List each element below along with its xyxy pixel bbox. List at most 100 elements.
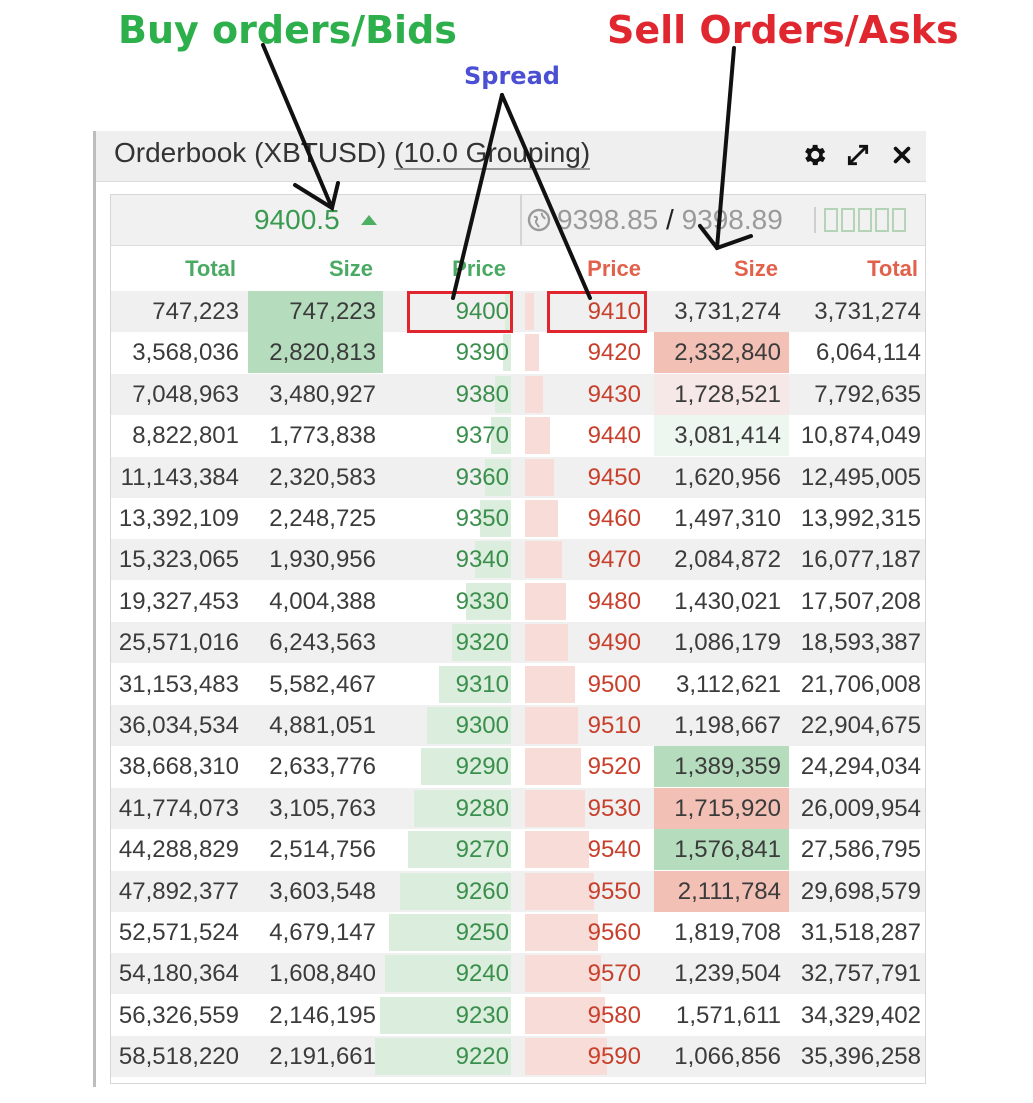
header-ask-total[interactable]: Total	[789, 256, 918, 282]
header-ask-size[interactable]: Size	[654, 256, 778, 282]
bid-price: 9300	[455, 712, 509, 739]
bid-size: 2,820,813	[269, 339, 376, 367]
table-row[interactable]: 31,153,483 5,582,467 9310 9500 3,112,621 21,7…	[111, 664, 925, 705]
ask-price: 9430	[587, 380, 641, 408]
bid-total: 56,326,559	[118, 1001, 239, 1029]
ask-size: 1,066,856	[674, 1043, 781, 1071]
bid-total: 19,327,453	[118, 587, 239, 615]
bid-size: 747,223	[289, 298, 376, 325]
ask-size: 1,497,310	[674, 505, 781, 532]
table-row[interactable]: 38,668,310 2,633,776 9290 9520 1,389,359 24,2…	[111, 746, 925, 788]
index-price: 9398.85 / 9398.89	[557, 204, 783, 236]
table-row[interactable]: 7,048,963 3,480,927 9380 9430 1,728,521 7,792…	[111, 373, 925, 415]
ask-total: 32,757,791	[800, 960, 921, 988]
ask-price: 9420	[587, 339, 641, 367]
connection-bars-icon	[824, 208, 906, 232]
header-ask-price[interactable]: Price	[521, 256, 641, 282]
ask-size: 1,571,611	[676, 1001, 781, 1029]
table-row[interactable]: 36,034,534 4,881,051 9300 9510 1,198,667 22,9…	[111, 705, 925, 746]
table-row[interactable]: 54,180,364 1,608,840 9240 9570 1,239,504 32,7…	[111, 953, 925, 995]
bid-total: 52,571,524	[118, 919, 239, 946]
bid-total: 38,668,310	[118, 753, 239, 781]
bid-total: 47,892,377	[118, 877, 239, 905]
bid-size: 2,633,776	[269, 753, 376, 781]
close-icon[interactable]	[886, 139, 918, 171]
header-bid-size[interactable]: Size	[248, 256, 373, 282]
bid-price: 9280	[455, 794, 509, 822]
bid-size: 2,191,661	[269, 1043, 376, 1071]
ask-total: 16,077,187	[800, 546, 921, 574]
bid-size: 2,146,195	[269, 1001, 376, 1029]
ask-price: 9480	[587, 587, 641, 615]
bid-price: 9370	[455, 422, 509, 450]
table-row[interactable]: 25,571,016 6,243,563 9320 9490 1,086,179 18,5…	[111, 622, 925, 664]
ask-size: 1,715,920	[674, 794, 781, 822]
ask-price: 9510	[587, 712, 641, 739]
ask-price: 9550	[587, 877, 641, 905]
bid-size: 3,603,548	[269, 877, 376, 905]
ask-price: 9560	[587, 919, 641, 946]
bid-price: 9230	[455, 1001, 509, 1029]
table-row[interactable]: 13,392,109 2,248,725 9350 9460 1,497,310 13,9…	[111, 498, 925, 539]
summary-divider	[520, 195, 522, 245]
ask-size: 3,112,621	[676, 670, 781, 698]
annotation-buy-orders: Buy orders/Bids	[118, 8, 457, 52]
bid-total: 44,288,829	[118, 836, 239, 864]
bid-size: 3,105,763	[269, 794, 376, 822]
expand-icon[interactable]	[842, 139, 874, 171]
bid-price: 9320	[455, 629, 509, 657]
table-row[interactable]: 44,288,829 2,514,756 9270 9540 1,576,841 27,5…	[111, 829, 925, 871]
table-row[interactable]: 15,323,065 1,930,956 9340 9470 2,084,872 16,0…	[111, 539, 925, 581]
bid-total: 3,568,036	[132, 339, 239, 367]
bid-price: 9290	[455, 753, 509, 781]
bid-price: 9220	[455, 1043, 509, 1071]
bid-total: 11,143,384	[120, 463, 239, 491]
column-headers: Total Size Price Price Size Total	[111, 246, 925, 290]
orderbook-widget: Orderbook (XBTUSD) (10.0 Grouping) 9400.…	[93, 131, 926, 1087]
table-row[interactable]: 11,143,384 2,320,583 9360 9450 1,620,956 12,4…	[111, 456, 925, 498]
ask-total: 29,698,579	[800, 877, 921, 905]
header-bid-total[interactable]: Total	[111, 256, 236, 282]
ask-price: 9520	[587, 753, 641, 781]
ask-total: 34,329,402	[800, 1001, 921, 1029]
table-row[interactable]: 747,223 747,223 9400 9410 3,731,274 3,731,274	[111, 291, 925, 333]
ask-price: 9580	[587, 1001, 641, 1029]
ask-total: 12,495,005	[800, 463, 921, 491]
header-bid-price[interactable]: Price	[383, 256, 506, 282]
table-row[interactable]: 41,774,073 3,105,763 9280 9530 1,715,920 26,0…	[111, 787, 925, 829]
ask-price: 9440	[587, 422, 641, 450]
table-row[interactable]: 56,326,559 2,146,195 9230 9580 1,571,611 34,3…	[111, 995, 925, 1036]
bid-price: 9260	[455, 877, 509, 905]
table-row[interactable]: 19,327,453 4,004,388 9330 9480 1,430,021 17,5…	[111, 581, 925, 622]
ask-total: 26,009,954	[800, 794, 921, 822]
ask-total: 24,294,034	[800, 753, 921, 781]
ask-total: 31,518,287	[800, 919, 921, 946]
table-row[interactable]: 8,822,801 1,773,838 9370 9440 3,081,414 10,87…	[111, 415, 925, 457]
bid-price: 9330	[455, 587, 509, 615]
gear-icon[interactable]	[798, 139, 830, 171]
ask-price: 9570	[587, 960, 641, 988]
table-row[interactable]: 3,568,036 2,820,813 9390 9420 2,332,840 6,064…	[111, 332, 925, 374]
table-row[interactable]: 47,892,377 3,603,548 9260 9550 2,111,784 29,6…	[111, 870, 925, 912]
ask-price: 9470	[587, 546, 641, 574]
annotation-spread: Spread	[464, 62, 560, 90]
bid-size: 1,930,956	[269, 546, 376, 574]
ask-size: 1,198,667	[674, 712, 781, 739]
bid-total: 41,774,073	[118, 794, 239, 822]
grouping-selector[interactable]: (10.0 Grouping)	[394, 137, 591, 170]
bid-price: 9360	[455, 463, 509, 491]
bid-total: 8,822,801	[132, 422, 239, 450]
bid-size: 2,248,725	[269, 505, 376, 532]
ask-price: 9530	[587, 794, 641, 822]
bid-total: 747,223	[152, 298, 239, 325]
price-summary: 9400.5 9398.85 / 9398.89	[111, 195, 925, 246]
ask-total: 27,586,795	[800, 836, 921, 864]
table-row[interactable]: 52,571,524 4,679,147 9250 9560 1,819,708 31,5…	[111, 912, 925, 953]
orderbook-titlebar: Orderbook (XBTUSD) (10.0 Grouping)	[96, 131, 926, 182]
bid-size: 6,243,563	[269, 629, 376, 657]
last-price: 9400.5	[254, 204, 340, 235]
table-row[interactable]: 58,518,220 2,191,661 9220 9590 1,066,856 35,3…	[111, 1036, 925, 1078]
tick-up-icon	[361, 215, 377, 225]
globe-icon[interactable]	[527, 208, 551, 236]
bid-total: 25,571,016	[118, 629, 239, 657]
